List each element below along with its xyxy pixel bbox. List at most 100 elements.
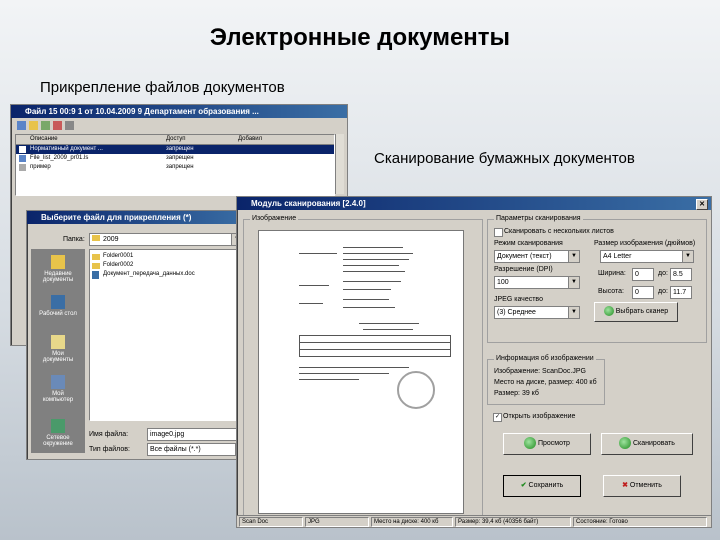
status-cell: JPG bbox=[305, 517, 369, 527]
resolution-select[interactable]: 100 ▼ bbox=[494, 276, 580, 289]
mode-label: Режим сканирования bbox=[494, 240, 563, 247]
list-scrollbar[interactable] bbox=[335, 134, 344, 194]
file-name: Документ_передача_данных.doc bbox=[103, 271, 195, 277]
folder-icon bbox=[92, 254, 100, 260]
width-value: 0 bbox=[635, 271, 639, 278]
caption-attach: Прикрепление файлов документов bbox=[40, 79, 285, 96]
choose-scanner-button[interactable]: Выбрать сканер bbox=[594, 302, 678, 322]
file-icon bbox=[19, 146, 26, 153]
scanned-page bbox=[258, 230, 464, 514]
to-width-value: 8.5 bbox=[673, 271, 683, 278]
column-header-added[interactable]: Добавил bbox=[238, 135, 262, 144]
main-toolbar bbox=[13, 120, 343, 132]
info-group-title: Информация об изображении bbox=[494, 355, 596, 362]
toolbar-icon-1[interactable] bbox=[17, 121, 26, 130]
mode-select[interactable]: Документ (текст) ▼ bbox=[494, 250, 580, 263]
file-name: Folder0001 bbox=[103, 253, 134, 259]
document-table bbox=[299, 335, 451, 357]
multi-page-label: Сканировать с нескольких листов bbox=[504, 228, 614, 235]
doc-icon bbox=[92, 271, 99, 279]
info-line-3: Размер: 39 кб bbox=[494, 390, 539, 397]
multi-page-checkbox[interactable] bbox=[494, 228, 503, 237]
column-header-access[interactable]: Доступ bbox=[166, 135, 186, 144]
jpeg-select[interactable]: (3) Среднее ▼ bbox=[494, 306, 580, 319]
toolbar-icon-5[interactable] bbox=[65, 121, 74, 130]
toolbar-icon-3[interactable] bbox=[41, 121, 50, 130]
places-bar: Недавние документы Рабочий стол Мои доку… bbox=[31, 249, 85, 453]
main-window-titlebar[interactable]: Файл 15 00:9 1 от 10.04.2009 9 Департаме… bbox=[11, 105, 347, 118]
caption-scan: Сканирование бумажных документов bbox=[374, 150, 635, 167]
save-label: Сохранить bbox=[528, 482, 564, 489]
preview-label: Просмотр bbox=[537, 440, 570, 447]
cancel-button[interactable]: ✖ Отменить bbox=[603, 475, 681, 497]
column-header-desc[interactable]: Описание bbox=[30, 135, 58, 144]
to-width-input[interactable]: 8.5 bbox=[670, 268, 692, 281]
scan-window: Модуль сканирования [2.4.0] ✕ Изображени… bbox=[236, 196, 712, 528]
chevron-down-icon[interactable]: ▼ bbox=[568, 307, 579, 318]
lookin-combo[interactable]: 2009 ▼ bbox=[89, 233, 243, 246]
place-label: Сетевое окружение bbox=[43, 435, 73, 447]
scanner-icon bbox=[603, 306, 614, 317]
row-access: запрещен bbox=[166, 146, 194, 152]
place-label: Мои документы bbox=[42, 351, 74, 363]
view-checkbox[interactable]: ✓ bbox=[493, 413, 502, 422]
recent-docs-icon bbox=[51, 255, 65, 269]
choose-scanner-label: Выбрать сканер bbox=[615, 308, 669, 315]
scan-params-title: Параметры сканирования bbox=[494, 215, 583, 222]
file-list: Folder0001 Folder0002 Документ_передача_… bbox=[89, 249, 245, 421]
chevron-down-icon[interactable]: ▼ bbox=[682, 251, 693, 262]
list-item[interactable]: Folder0002 bbox=[90, 261, 244, 270]
checkmark-icon: ✔ bbox=[520, 482, 527, 489]
filetype-value: Все файлы (*.*) bbox=[150, 446, 201, 453]
table-row[interactable]: File_list_2009_pr01.ls запрещен bbox=[16, 154, 334, 163]
table-row[interactable]: Нормативный документ ... запрещен bbox=[16, 145, 334, 154]
resolution-value: 100 bbox=[497, 279, 509, 286]
desktop-icon bbox=[51, 295, 65, 309]
view-checkbox-label: Открыть изображение bbox=[503, 413, 576, 420]
list-item[interactable]: Документ_передача_данных.doc bbox=[90, 270, 244, 279]
cancel-label: Отменить bbox=[629, 482, 662, 489]
status-cell: Размер: 39,4 кб (40356 байт) bbox=[455, 517, 571, 527]
image-group-title: Изображение bbox=[250, 215, 299, 222]
close-icon[interactable]: ✕ bbox=[696, 199, 708, 210]
close-icon: ✖ bbox=[622, 482, 628, 489]
main-window-title: Файл 15 00:9 1 от 10.04.2009 9 Департаме… bbox=[25, 107, 259, 116]
open-dialog-title: Выберите файл для прикрепления (*) bbox=[41, 213, 192, 222]
height-input[interactable]: 0 bbox=[632, 286, 654, 299]
status-bar: Scan Doc JPG Место на диске: 400 кб Разм… bbox=[237, 515, 711, 527]
chevron-down-icon[interactable]: ▼ bbox=[568, 277, 579, 288]
filename-input[interactable]: image0.jpg bbox=[147, 428, 247, 441]
jpeg-label: JPEG качество bbox=[494, 296, 543, 303]
info-line-1: Изображение: ScanDoc.JPG bbox=[494, 368, 586, 375]
row-desc: пример bbox=[30, 164, 51, 170]
slide-title: Электронные документы bbox=[209, 24, 511, 51]
status-cell: Место на диске: 400 кб bbox=[371, 517, 453, 527]
status-cell: Scan Doc bbox=[239, 517, 303, 527]
size-select[interactable]: A4 Letter ▼ bbox=[600, 250, 694, 263]
toolbar-icon-2[interactable] bbox=[29, 121, 38, 130]
to-height-input[interactable]: 11.7 bbox=[670, 286, 692, 299]
list-item[interactable]: Folder0001 bbox=[90, 252, 244, 261]
file-icon bbox=[19, 155, 26, 162]
folder-icon bbox=[92, 235, 100, 241]
filename-value: image0.jpg bbox=[150, 431, 185, 438]
height-label: Высота: bbox=[598, 288, 624, 295]
filetype-select[interactable]: Все файлы (*.*) ▼ bbox=[147, 443, 247, 456]
image-group: Изображение bbox=[243, 215, 483, 517]
row-access: запрещен bbox=[166, 155, 194, 161]
info-group: Информация об изображении Изображение: S… bbox=[487, 355, 605, 405]
table-row[interactable]: пример запрещен bbox=[16, 163, 334, 172]
chevron-down-icon[interactable]: ▼ bbox=[568, 251, 579, 262]
width-input[interactable]: 0 bbox=[632, 268, 654, 281]
resolution-label: Разрешение (DPI) bbox=[494, 266, 553, 273]
preview-button[interactable]: Просмотр bbox=[503, 433, 591, 455]
toolbar-icon-4[interactable] bbox=[53, 121, 62, 130]
status-cell: Состояние: Готово bbox=[573, 517, 707, 527]
scan-icon bbox=[619, 437, 632, 450]
scan-button[interactable]: Сканировать bbox=[601, 433, 693, 455]
place-label: Недавние документы bbox=[42, 271, 74, 283]
open-dialog-titlebar[interactable]: Выберите файл для прикрепления (*) bbox=[27, 211, 249, 224]
scan-window-titlebar[interactable]: Модуль сканирования [2.4.0] ✕ bbox=[237, 197, 711, 210]
lookin-label: Папка: bbox=[63, 236, 85, 243]
save-button[interactable]: ✔ Сохранить bbox=[503, 475, 581, 497]
